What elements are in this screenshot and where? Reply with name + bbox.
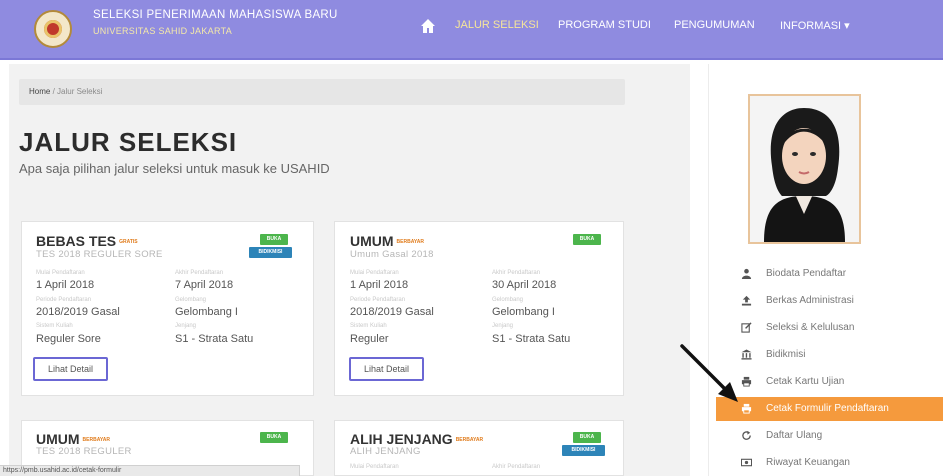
field-label: Periode Pendaftaran <box>36 297 92 303</box>
status-badge: BUKA <box>573 432 601 443</box>
status-badge: BUKA <box>260 432 288 443</box>
status-badge: BUKA <box>573 234 601 245</box>
field-label: Periode Pendaftaran <box>350 297 406 303</box>
sidebar-item-berkas[interactable]: Berkas Administrasi <box>716 289 943 313</box>
page-subtitle: Apa saja pilihan jalur seleksi untuk mas… <box>19 161 330 176</box>
field-value: Reguler Sore <box>36 333 101 345</box>
sidebar-item-seleksi[interactable]: Seleksi & Kelulusan <box>716 316 943 340</box>
price-tag: GRATIS <box>119 239 138 246</box>
field-label: Jenjang <box>492 323 514 329</box>
sidebar-item-biodata[interactable]: Biodata Pendaftar <box>716 262 943 286</box>
sidebar-item-label: Cetak Kartu Ujian <box>766 376 845 387</box>
money-icon <box>741 458 752 467</box>
sidebar-item-label: Berkas Administrasi <box>766 295 854 306</box>
edit-icon <box>741 322 752 333</box>
status-badge: BUKA <box>260 234 288 245</box>
card-subtitle: ALIH JENJANG <box>350 446 421 457</box>
field-label: Gelombang <box>175 297 207 303</box>
field-label: Sistem Kuliah <box>36 323 73 329</box>
sidebar-item-label: Daftar Ulang <box>766 430 823 441</box>
field-label: Mulai Pendaftaran <box>350 270 399 276</box>
annotation-arrow-icon <box>680 344 738 402</box>
profile-photo-image <box>750 96 859 242</box>
field-value: Gelombang I <box>175 306 238 318</box>
sidebar-item-daftar-ulang[interactable]: Daftar Ulang <box>716 424 943 448</box>
brand-subtitle[interactable]: UNIVERSITAS SAHID JAKARTA <box>93 26 232 36</box>
breadcrumb: Home / Jalur Seleksi <box>19 79 625 105</box>
nav-pengumuman[interactable]: PENGUMUMAN <box>674 19 755 39</box>
field-value: 1 April 2018 <box>36 279 95 291</box>
price-tag: BERBAYAR <box>82 437 110 444</box>
sidebar-item-label: Seleksi & Kelulusan <box>766 322 855 333</box>
card-subtitle: TES 2018 REGULER SORE <box>36 249 163 260</box>
field-value: 1 April 2018 <box>350 279 409 291</box>
field-label: Mulai Pendaftaran <box>350 464 399 470</box>
field-value: S1 - Strata Satu <box>492 333 571 345</box>
card-title: BEBAS TES GRATIS <box>36 233 138 249</box>
status-bar-url: https://pmb.usahid.ac.id/cetak-formulir <box>0 465 300 476</box>
card-title: UMUM BERBAYAR <box>36 431 110 447</box>
field-value: 2018/2019 Gasal <box>36 306 120 318</box>
nav-informasi-dropdown[interactable]: INFORMASI ▾ <box>780 19 850 39</box>
nav-jalur-seleksi[interactable]: JALUR SELEKSI <box>455 19 539 39</box>
field-value: 7 April 2018 <box>175 279 234 291</box>
sidebar-item-bidikmisi[interactable]: Bidikmisi <box>716 343 943 367</box>
field-label: Gelombang <box>492 297 524 303</box>
lihat-detail-button[interactable]: Lihat Detail <box>33 357 108 381</box>
user-icon <box>741 268 752 279</box>
profile-photo <box>748 94 861 244</box>
sidebar-item-label: Biodata Pendaftar <box>766 268 847 279</box>
bidikmisi-badge: BIDIKMISI <box>249 247 292 258</box>
field-label: Akhir Pendaftaran <box>492 464 541 470</box>
upload-icon <box>741 295 752 306</box>
sidebar-item-label: Bidikmisi <box>766 349 806 360</box>
card-subtitle: Umum Gasal 2018 <box>350 249 434 260</box>
breadcrumb-home-link[interactable]: Home <box>29 87 50 96</box>
field-value: 2018/2019 Gasal <box>350 306 434 318</box>
field-value: Reguler <box>350 333 389 345</box>
sidebar-item-cetak-formulir[interactable]: Cetak Formulir Pendaftaran <box>716 397 943 421</box>
price-tag: BERBAYAR <box>396 239 424 246</box>
breadcrumb-current: Jalur Seleksi <box>57 87 103 96</box>
page-title: JALUR SELEKSI <box>19 127 238 157</box>
field-label: Jenjang <box>175 323 197 329</box>
field-label: Mulai Pendaftaran <box>36 270 85 276</box>
brand-title[interactable]: SELEKSI PENERIMAAN MAHASISWA BARU <box>93 9 338 21</box>
field-value: 30 April 2018 <box>492 279 557 291</box>
sidebar-item-label: Cetak Formulir Pendaftaran <box>766 403 889 414</box>
price-tag: BERBAYAR <box>455 437 484 444</box>
lihat-detail-button[interactable]: Lihat Detail <box>349 357 424 381</box>
field-label: Akhir Pendaftaran <box>492 270 541 276</box>
sidebar-item-riwayat[interactable]: Riwayat Keuangan <box>716 451 943 475</box>
sidebar-item-cetak-kartu[interactable]: Cetak Kartu Ujian <box>716 370 943 394</box>
field-value: Gelombang I <box>492 306 555 318</box>
bidikmisi-badge: BIDIKMISI <box>562 445 605 456</box>
field-label: Akhir Pendaftaran <box>175 270 224 276</box>
refresh-icon <box>742 430 751 440</box>
field-value: S1 - Strata Satu <box>175 333 254 345</box>
card-subtitle: TES 2018 REGULER <box>36 446 132 457</box>
card-title: ALIH JENJANG BERBAYAR <box>350 431 484 447</box>
sidebar-item-label: Riwayat Keuangan <box>766 457 850 468</box>
university-logo[interactable] <box>34 10 72 48</box>
home-icon[interactable] <box>420 18 436 34</box>
nav-program-studi[interactable]: PROGRAM STUDI <box>558 19 651 39</box>
field-label: Sistem Kuliah <box>350 323 387 329</box>
card-title: UMUM BERBAYAR <box>350 233 424 249</box>
